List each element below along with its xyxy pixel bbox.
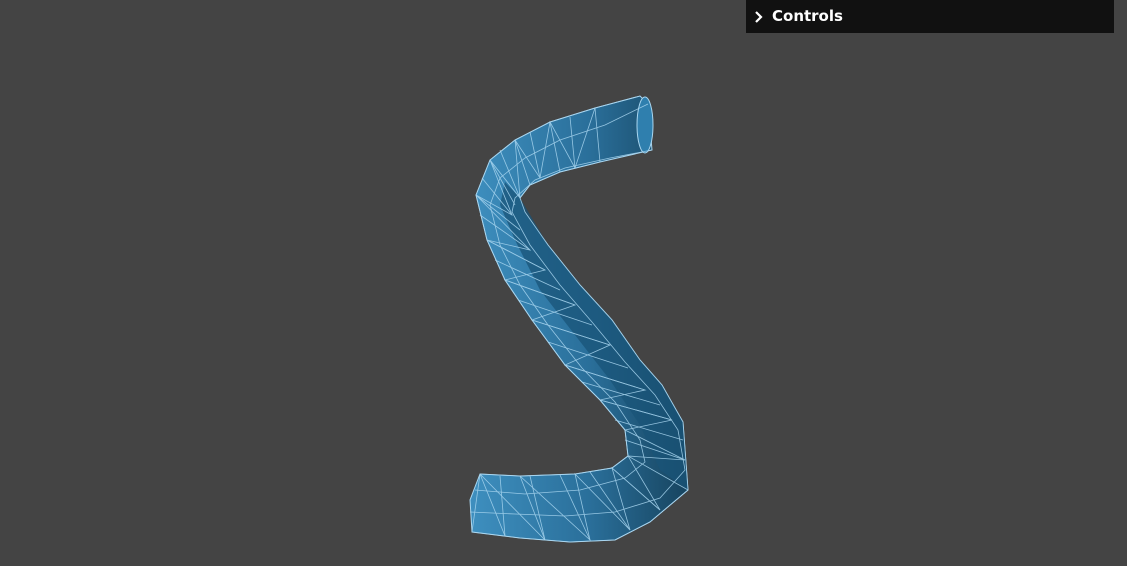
controls-label: Controls xyxy=(772,7,843,25)
chevron-right-icon xyxy=(755,10,763,23)
3d-viewport[interactable]: Controls xyxy=(0,0,1127,566)
tube-mesh[interactable] xyxy=(0,0,1127,566)
controls-toggle[interactable]: Controls xyxy=(746,0,1114,33)
tube-shadow xyxy=(500,182,688,490)
